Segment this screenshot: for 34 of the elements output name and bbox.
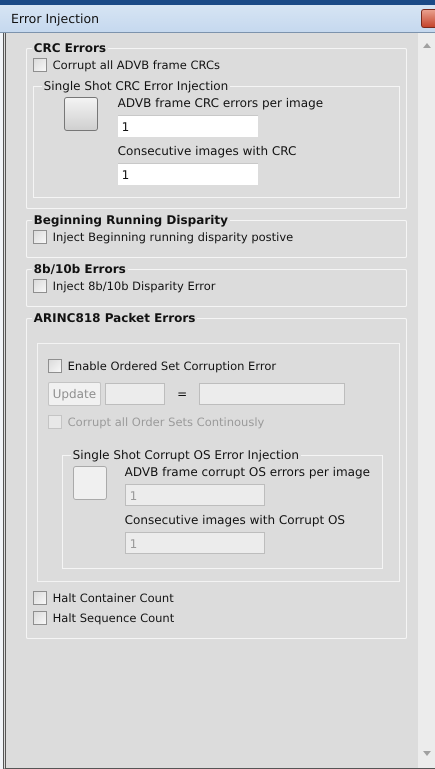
field-label: ADVB frame CRC errors per image	[118, 95, 324, 112]
close-icon[interactable]	[421, 9, 435, 28]
scroll-up-icon[interactable]	[422, 43, 430, 48]
checkbox-label: Corrupt all ADVB frame CRCs	[52, 58, 220, 72]
section-title: CRC Errors	[32, 41, 108, 55]
group-title: Single Shot CRC Error Injection	[42, 79, 230, 93]
checkbox[interactable]	[48, 359, 62, 373]
field-label: Consecutive images with CRC	[118, 143, 298, 160]
checkbox[interactable]	[32, 279, 47, 293]
checkbox[interactable]	[32, 591, 47, 605]
checkbox[interactable]	[32, 58, 47, 72]
scrollbar[interactable]	[418, 33, 435, 768]
checkbox-label: Halt Container Count	[52, 591, 174, 605]
input-field[interactable]: 1	[118, 115, 258, 137]
input-field[interactable]	[105, 383, 166, 405]
checkbox-label: Corrupt all Order Sets Continously	[68, 415, 264, 429]
checkbox-label: Enable Ordered Set Corruption Error	[68, 359, 276, 373]
section-title: Beginning Running Disparity	[32, 213, 229, 227]
checkbox-label: Inject Beginning running disparity postive	[52, 230, 294, 244]
window-title: Error Injection	[11, 11, 100, 26]
checkbox[interactable]	[32, 611, 47, 625]
group-title: Single Shot Corrupt OS Error Injection	[72, 448, 300, 462]
section-title: ARINC818 Packet Errors	[32, 311, 196, 325]
checkbox-label: Halt Sequence Count	[52, 611, 174, 625]
equals-sign: =	[176, 387, 188, 401]
field-label: ADVB frame corrupt OS errors per image	[124, 464, 370, 481]
field-label: Consecutive images with Corrupt OS	[124, 512, 346, 529]
checkbox-label: Inject 8b/10b Disparity Error	[52, 279, 216, 293]
input-field[interactable]	[199, 383, 346, 405]
scroll-down-icon[interactable]	[422, 751, 430, 756]
checkbox[interactable]	[32, 230, 47, 244]
input-field[interactable]: 1	[118, 163, 258, 185]
inject-button[interactable]	[64, 97, 98, 131]
section-title: 8b/10b Errors	[32, 262, 127, 276]
